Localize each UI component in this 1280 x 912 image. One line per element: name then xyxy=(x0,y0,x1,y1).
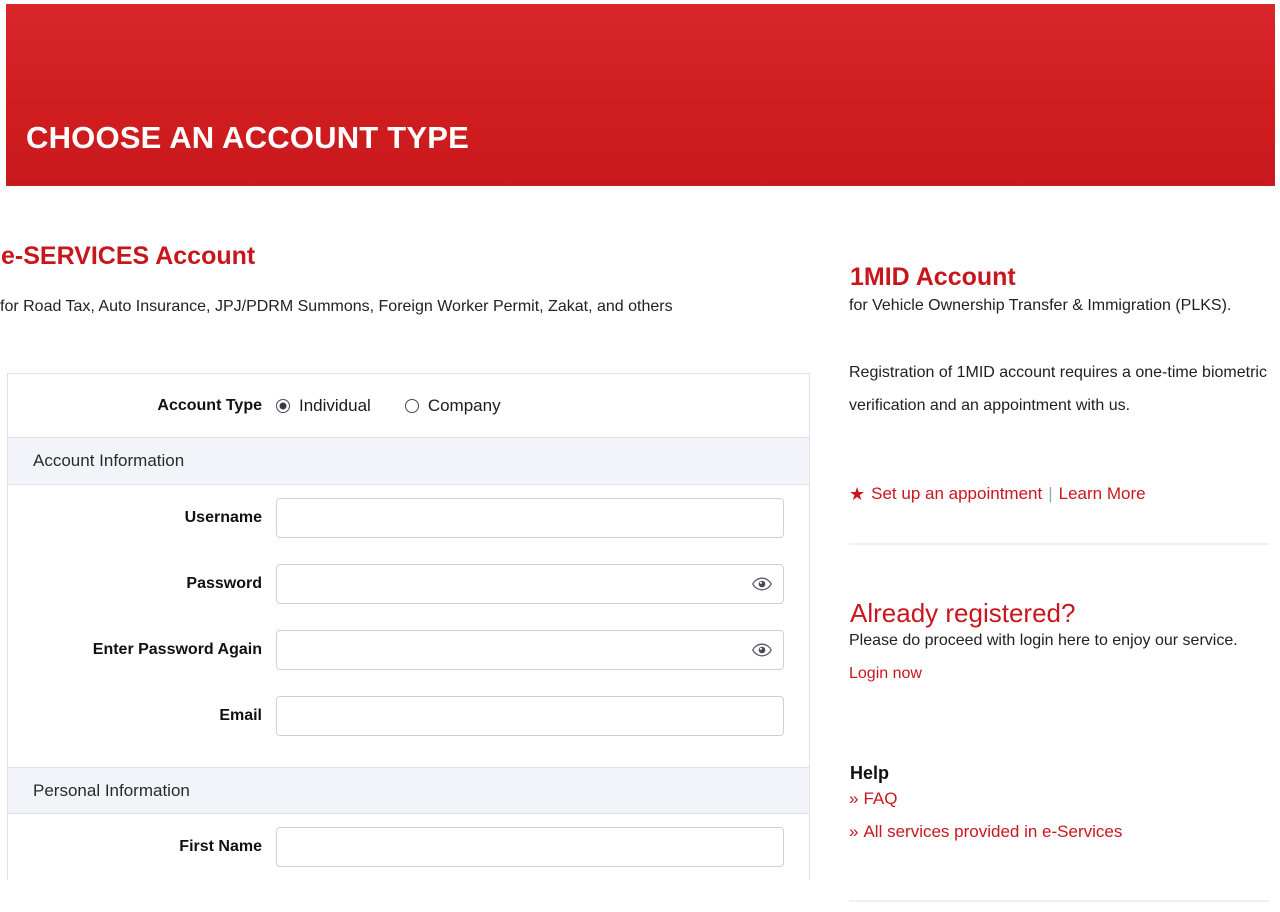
page-body: e-SERVICES Account for Road Tax, Auto In… xyxy=(0,186,1280,912)
star-icon: ★ xyxy=(849,484,866,504)
field-row-password: Password xyxy=(8,551,809,617)
registration-form: Account Type Individual Company Account … xyxy=(7,373,810,880)
label-confirm-password: Enter Password Again xyxy=(92,641,262,658)
chevron-double-right-icon: » xyxy=(849,822,859,841)
account-type-radio-group: Individual Company xyxy=(276,396,501,416)
label-username: Username xyxy=(184,509,262,526)
input-wrap-username xyxy=(276,498,784,538)
section-heading-account-information: Account Information xyxy=(8,438,809,485)
radio-company-label: Company xyxy=(427,395,501,415)
field-row-first-name: First Name xyxy=(8,814,809,880)
field-row-email: Email xyxy=(8,683,809,749)
username-input[interactable] xyxy=(276,498,784,538)
list-item[interactable]: » All services provided in e-Services xyxy=(849,815,1269,848)
eservices-heading: e-SERVICES Account xyxy=(1,242,256,270)
label-first-name: First Name xyxy=(179,838,262,855)
chevron-double-right-icon: » xyxy=(849,789,859,808)
section-heading-personal-information: Personal Information xyxy=(8,767,809,814)
page-banner: CHOOSE AN ACCOUNT TYPE xyxy=(6,4,1275,186)
mid-account-paragraph-2: Registration of 1MID account requires a … xyxy=(849,364,1267,414)
eye-icon-password[interactable] xyxy=(752,577,772,591)
appointment-links: ★ Set up an appointment | Learn More xyxy=(849,484,1146,504)
sidebar-divider-2 xyxy=(849,900,1269,902)
input-wrap-confirm-password xyxy=(276,630,784,670)
label-password: Password xyxy=(186,575,262,592)
first-name-input[interactable] xyxy=(276,827,784,867)
label-email: Email xyxy=(219,707,262,724)
eye-icon-confirm-password[interactable] xyxy=(752,643,772,657)
radio-company[interactable]: Company xyxy=(404,395,501,416)
page-title: CHOOSE AN ACCOUNT TYPE xyxy=(26,120,470,155)
link-separator: | xyxy=(1048,484,1053,503)
input-wrap-first-name xyxy=(276,827,784,867)
radio-individual-indicator[interactable] xyxy=(276,398,290,413)
field-row-confirm-password: Enter Password Again xyxy=(8,617,809,683)
mid-account-heading: 1MID Account xyxy=(850,262,1016,291)
login-now-link[interactable]: Login now xyxy=(849,665,922,682)
mid-account-paragraph-1: for Vehicle Ownership Transfer & Immigra… xyxy=(849,297,1232,314)
help-heading: Help xyxy=(850,763,890,783)
already-registered-text: Please do proceed with login here to enj… xyxy=(849,624,1269,690)
already-registered-heading: Already registered? xyxy=(850,598,1076,628)
radio-individual[interactable]: Individual xyxy=(276,396,371,416)
confirm-password-input[interactable] xyxy=(276,630,784,670)
setup-appointment-link[interactable]: Set up an appointment xyxy=(871,484,1042,504)
input-wrap-email xyxy=(276,696,784,736)
list-item[interactable]: » FAQ xyxy=(849,782,1269,815)
learn-more-link[interactable]: Learn More xyxy=(1059,484,1146,504)
already-registered-sentence: Please do proceed with login here to enj… xyxy=(849,632,1238,649)
password-input[interactable] xyxy=(276,564,784,604)
field-row-username: Username xyxy=(8,485,809,551)
radio-individual-label: Individual xyxy=(299,395,371,415)
all-services-link[interactable]: All services provided in e-Services xyxy=(863,822,1122,841)
sidebar-divider-1 xyxy=(849,543,1269,545)
eservices-description: for Road Tax, Auto Insurance, JPJ/PDRM S… xyxy=(0,298,673,315)
radio-company-indicator[interactable] xyxy=(404,398,419,413)
email-input[interactable] xyxy=(276,696,784,736)
faq-link[interactable]: FAQ xyxy=(863,789,897,808)
help-links-list: » FAQ » All services provided in e-Service… xyxy=(849,782,1269,848)
input-wrap-password xyxy=(276,564,784,604)
account-type-row: Account Type Individual Company xyxy=(8,374,809,438)
account-type-label: Account Type xyxy=(157,396,262,414)
